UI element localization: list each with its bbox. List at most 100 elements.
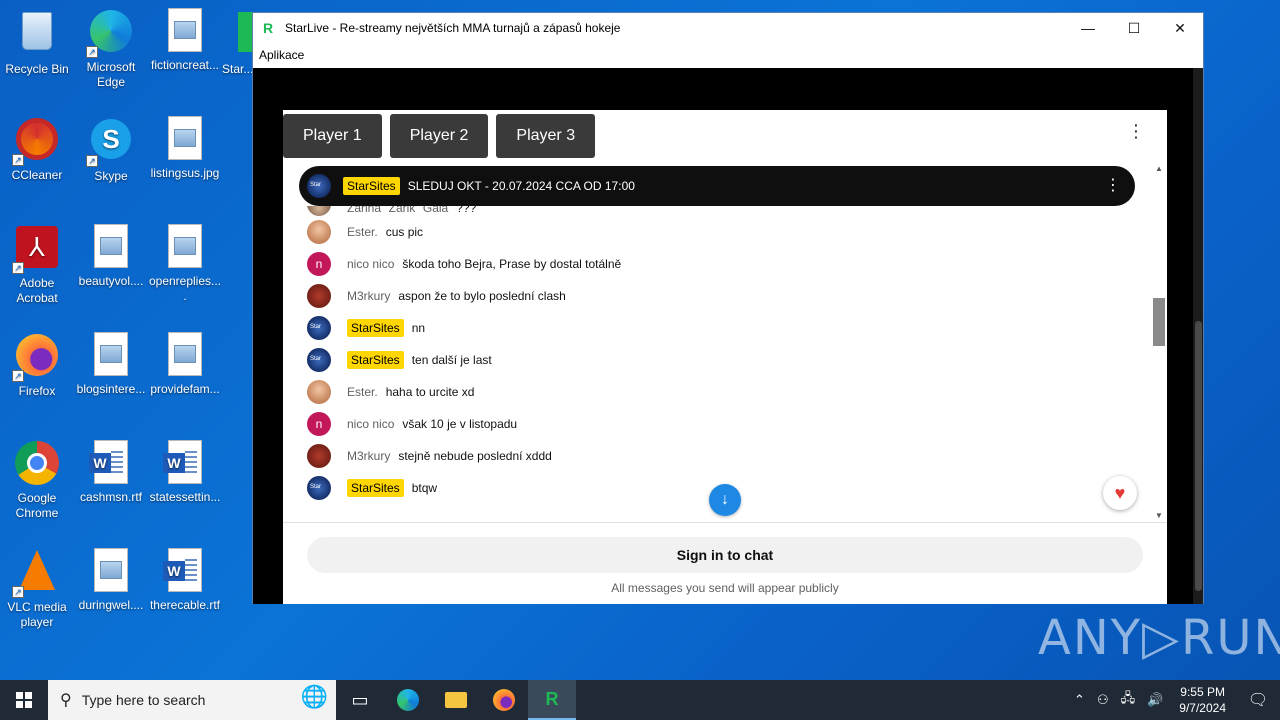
owner-badge: StarSites <box>343 177 400 195</box>
avatar: n <box>307 252 331 276</box>
network-icon[interactable]: 🖧 <box>1121 689 1136 711</box>
reaction-heart-button[interactable]: ♥ <box>1103 476 1137 510</box>
search-highlight-icon: 🌐 <box>300 684 328 709</box>
desktop-icon-blogsintere[interactable]: blogsintere... <box>74 332 148 397</box>
desktop-icon-edge[interactable]: ↗ Microsoft Edge <box>74 8 148 90</box>
menu-aplikace[interactable]: Aplikace <box>259 48 304 62</box>
window-title: StarLive - Re-streamy největších MMA tur… <box>285 21 621 35</box>
chat-text: nn <box>411 321 426 335</box>
owner-badge: StarSites <box>347 479 404 497</box>
start-button[interactable] <box>0 680 48 720</box>
chat-row: Zarina "Zarik" Gala ??? <box>299 206 1139 216</box>
task-view-icon[interactable]: ▭ <box>336 680 384 720</box>
pinned-more-icon[interactable]: ⋮ <box>1105 178 1121 194</box>
scroll-up-icon[interactable]: ▲ <box>1155 164 1163 173</box>
avatar <box>307 380 331 404</box>
firefox-taskbar-icon[interactable] <box>480 680 528 720</box>
chat-text: aspon že to bylo poslední clash <box>398 289 566 303</box>
minimize-button[interactable]: — <box>1065 13 1111 43</box>
chat-text: stejně nebude poslední xddd <box>398 449 552 463</box>
desktop-icon-beautyvol[interactable]: beautyvol.... <box>74 224 148 289</box>
avatar <box>307 316 331 340</box>
desktop-icon-vlc[interactable]: ↗ VLC media player <box>0 548 74 630</box>
chat-text: škoda toho Bejra, Prase by dostal totáln… <box>402 257 622 271</box>
desktop-icon-statessettin[interactable]: W statessettin... <box>148 440 222 505</box>
taskbar-search[interactable]: ⚲ Type here to search 🌐 <box>48 680 336 720</box>
chevron-up-icon[interactable]: ⌃ <box>1074 692 1085 708</box>
chat-author: M3rkury <box>347 289 391 303</box>
chat-author: Ester. <box>347 225 378 239</box>
sign-in-to-chat-button[interactable]: Sign in to chat <box>307 537 1143 573</box>
chat-text: cus pic <box>385 225 424 239</box>
chat-author: Ester. <box>347 385 378 399</box>
desktop-icon-skype[interactable]: S ↗ Skype <box>74 116 148 184</box>
player-2-button[interactable]: Player 2 <box>389 114 489 158</box>
skype-icon: S ↗ <box>86 119 134 167</box>
acrobat-icon: ⅄ ↗ <box>12 226 60 274</box>
more-options-icon[interactable]: ⋮ <box>1127 122 1145 140</box>
desktop-icon-chrome[interactable]: Google Chrome <box>0 440 74 521</box>
player-1-button[interactable]: Player 1 <box>283 114 382 158</box>
desktop-icon-therecable[interactable]: W therecable.rtf <box>148 548 222 613</box>
maximize-button[interactable]: ☐ <box>1111 13 1157 43</box>
chat-scrollbar[interactable]: ▲ ▼ <box>1151 162 1167 522</box>
scroll-to-bottom-button[interactable]: ↓ <box>709 484 741 516</box>
desktop-icon-acrobat[interactable]: ⅄ ↗ Adobe Acrobat <box>0 224 74 306</box>
word-document-icon: W <box>162 548 208 594</box>
ccleaner-icon: ↗ <box>12 118 60 166</box>
desktop-icon-firefox[interactable]: ↗ Firefox <box>0 332 74 399</box>
chat-row: StarSites nn <box>299 312 1139 344</box>
avatar <box>307 284 331 308</box>
volume-icon[interactable]: 🔊 <box>1147 692 1163 708</box>
desktop-icon-starlive[interactable]: Star... <box>222 8 252 77</box>
chat-text: haha to urcite xd <box>385 385 475 399</box>
heart-icon: ♥ <box>1114 483 1126 503</box>
word-document-icon: W <box>88 440 134 486</box>
player-tabs: Player 1 Player 2 Player 3 <box>283 114 596 160</box>
edge-taskbar-icon[interactable] <box>384 680 432 720</box>
close-button[interactable]: ✕ <box>1157 13 1203 43</box>
desktop-icon-ccleaner[interactable]: ↗ CCleaner <box>0 116 74 183</box>
image-file-icon <box>88 224 134 270</box>
chat-text: ??? <box>456 206 477 215</box>
people-icon[interactable]: ⚇ <box>1097 692 1109 708</box>
desktop-icon-duringwel[interactable]: duringwel.... <box>74 548 148 613</box>
chat-author: M3rkury <box>347 449 391 463</box>
chat-text: však 10 je v listopadu <box>402 417 518 431</box>
app-content: Player 1 Player 2 Player 3 ⋮ StarSites S… <box>253 68 1203 604</box>
firefox-icon: ↗ <box>12 334 60 382</box>
notifications-icon[interactable]: 🗨 <box>1236 690 1280 710</box>
scrollbar-thumb[interactable] <box>1153 298 1165 346</box>
desktop-icon-providefam[interactable]: providefam... <box>148 332 222 397</box>
system-tray: ⌃ ⚇ 🖧 🔊 9:55 PM 9/7/2024 🗨 <box>1068 684 1280 716</box>
chat-text: btqw <box>411 481 438 495</box>
desktop-icon-openreplies[interactable]: openreplies.... <box>148 224 222 304</box>
avatar <box>307 206 331 216</box>
chat-row: n nico nico škoda toho Bejra, Prase by d… <box>299 248 1139 280</box>
file-explorer-icon[interactable] <box>432 680 480 720</box>
owner-badge: StarSites <box>347 351 404 369</box>
desktop-icon-listingsus[interactable]: listingsus.jpg <box>148 116 222 181</box>
word-document-icon: W <box>162 440 208 486</box>
pinned-message[interactable]: StarSites SLEDUJ OKT - 20.07.2024 CCA OD… <box>299 166 1135 206</box>
clock[interactable]: 9:55 PM 9/7/2024 <box>1179 684 1226 716</box>
desktop-icon-recycle-bin[interactable]: Recycle Bin <box>0 8 74 77</box>
player-3-button[interactable]: Player 3 <box>496 114 596 158</box>
windows-logo-icon <box>16 692 32 708</box>
chat-messages[interactable]: Zarina "Zarik" Gala ??? Ester. cus pic n… <box>299 206 1139 522</box>
avatar <box>307 348 331 372</box>
chat-row: StarSites ten další je last <box>299 344 1139 376</box>
scrollbar-thumb[interactable] <box>1195 321 1202 591</box>
image-file-icon <box>162 116 208 162</box>
desktop-icon-cashmsn[interactable]: W cashmsn.rtf <box>74 440 148 505</box>
vlc-icon: ↗ <box>12 550 60 598</box>
search-placeholder: Type here to search <box>81 692 206 708</box>
desktop-icon-fictioncreat[interactable]: fictioncreat... <box>148 8 222 73</box>
title-bar[interactable]: R StarLive - Re-streamy největších MMA t… <box>253 13 1203 43</box>
starlive-app-icon: R <box>263 20 274 36</box>
window-scrollbar[interactable] <box>1193 68 1203 604</box>
starlive-taskbar-icon[interactable]: R <box>528 680 576 720</box>
scroll-down-icon[interactable]: ▼ <box>1155 511 1163 520</box>
image-file-icon <box>162 224 208 270</box>
avatar <box>307 174 331 198</box>
